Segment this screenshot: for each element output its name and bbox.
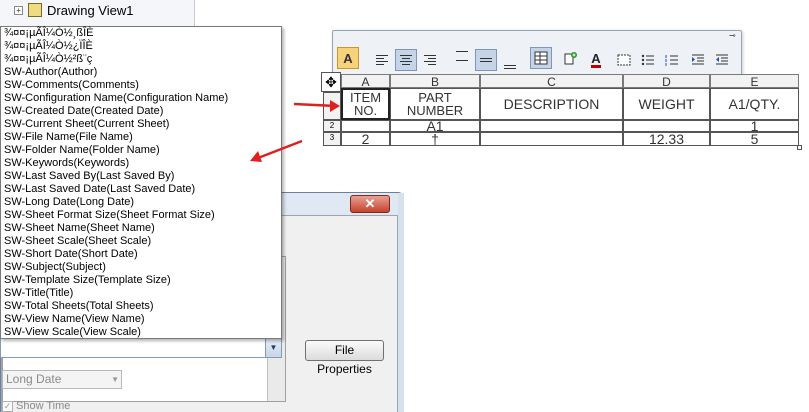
table-cell[interactable]: † [390, 132, 480, 146]
row-header[interactable]: 2 [323, 120, 341, 132]
indent-icon[interactable] [687, 49, 709, 71]
dropdown-item[interactable]: ¾¤¤¡µÃÎ¼Ò½¿ÏÎÈ [1, 40, 281, 53]
dropdown-item[interactable]: SW-Author(Author) [1, 66, 281, 79]
bullet-list-icon[interactable] [637, 49, 659, 71]
row-header[interactable]: 3 [323, 132, 341, 146]
table-cell[interactable] [480, 132, 623, 146]
align-top-icon[interactable] [451, 45, 473, 67]
header-cell-weight[interactable]: WEIGHT [623, 88, 710, 120]
dropdown-item[interactable]: SW-Folder Name(Folder Name) [1, 144, 281, 157]
align-left-icon[interactable] [371, 49, 393, 71]
outdent-icon[interactable] [711, 49, 733, 71]
dropdown-item[interactable]: SW-View Name(View Name) [1, 313, 281, 326]
expand-icon[interactable]: + [14, 5, 23, 15]
formatting-toolbar: ⊸ A A [332, 30, 742, 76]
date-format-select[interactable]: Long Date ▼ [2, 370, 122, 389]
chevron-down-icon[interactable]: ▼ [265, 339, 281, 357]
dropdown-item[interactable]: SW-View Scale(View Scale) [1, 326, 281, 339]
merge-cells-icon[interactable] [613, 49, 635, 71]
property-dropdown-list[interactable]: ¾¤¤¡µÃÎ¼Ò½¸ßÎÈ ¾¤¤¡µÃÎ¼Ò½¿ÏÎÈ ¾¤¤¡µÃÎ¼Ò½²ß… [0, 26, 282, 339]
dropdown-item[interactable]: SW-Sheet Name(Sheet Name) [1, 222, 281, 235]
dropdown-item[interactable]: SW-Long Date(Long Date) [1, 196, 281, 209]
font-icon: A [343, 50, 353, 66]
numbered-list-icon[interactable] [661, 49, 683, 71]
tree-node-label: Drawing View1 [47, 2, 134, 18]
table-cell[interactable]: 2 [341, 132, 390, 146]
row-header[interactable]: 1 [323, 92, 341, 120]
drawing-view-icon [28, 3, 42, 17]
insert-column-icon[interactable] [560, 47, 582, 69]
dropdown-item[interactable]: SW-File Name(File Name) [1, 131, 281, 144]
column-header[interactable]: C [480, 74, 623, 89]
dropdown-item[interactable]: SW-Sheet Format Size(Sheet Format Size) [1, 209, 281, 222]
table-cell[interactable] [480, 120, 623, 132]
dropdown-item[interactable]: SW-Comments(Comments) [1, 79, 281, 92]
close-button[interactable]: ✕ [350, 195, 390, 213]
dropdown-item[interactable]: SW-Sheet Scale(Sheet Scale) [1, 235, 281, 248]
align-bottom-icon[interactable] [499, 53, 521, 75]
property-combo-box[interactable]: ▼ [0, 338, 282, 358]
dropdown-item[interactable]: SW-Keywords(Keywords) [1, 157, 281, 170]
dropdown-item[interactable]: ¾¤¤¡µÃÎ¼Ò½²ß¨ç [1, 53, 281, 66]
table-cell[interactable]: 5 [710, 132, 799, 146]
font-button[interactable]: A [337, 47, 359, 69]
move-table-icon[interactable]: ✥ [321, 72, 341, 92]
dropdown-item[interactable]: SW-Last Saved By(Last Saved By) [1, 170, 281, 183]
show-time-checkbox[interactable]: ✓ Show Time [2, 400, 70, 412]
file-properties-button[interactable]: File Properties [305, 340, 384, 376]
column-header[interactable]: E [710, 74, 799, 89]
dropdown-item[interactable]: SW-Current Sheet(Current Sheet) [1, 118, 281, 131]
column-header[interactable]: A [341, 74, 390, 89]
dropdown-item[interactable]: SW-Short Date(Short Date) [1, 248, 281, 261]
dropdown-item[interactable]: SW-Title(Title) [1, 287, 281, 300]
header-cell-description[interactable]: DESCRIPTION [480, 88, 623, 120]
dropdown-item[interactable]: SW-Template Size(Template Size) [1, 274, 281, 287]
dropdown-item[interactable]: SW-Last Saved Date(Last Saved Date) [1, 183, 281, 196]
table-cell[interactable]: 12.33 [623, 132, 710, 146]
font-color-label: A [591, 50, 601, 68]
column-header[interactable]: B [390, 74, 480, 89]
align-center-icon[interactable] [395, 49, 417, 71]
table-properties-icon[interactable] [530, 47, 552, 69]
align-middle-icon[interactable] [475, 49, 497, 71]
dialog-border [398, 193, 404, 412]
dropdown-item[interactable]: SW-Configuration Name(Configuration Name… [1, 92, 281, 105]
pin-icon[interactable]: ⊸ [729, 32, 739, 40]
header-cell-qty[interactable]: A1/QTY. [710, 88, 799, 120]
dropdown-item[interactable]: SW-Created Date(Created Date) [1, 105, 281, 118]
align-right-icon[interactable] [419, 49, 441, 71]
checkbox-icon[interactable]: ✓ [2, 400, 13, 412]
dropdown-item[interactable]: SW-Subject(Subject) [1, 261, 281, 274]
dropdown-item[interactable]: SW-Total Sheets(Total Sheets) [1, 300, 281, 313]
header-cell-item-no[interactable]: ITEM NO. [341, 88, 390, 120]
date-format-value: Long Date [6, 372, 62, 386]
chevron-down-icon[interactable]: ▼ [111, 371, 119, 388]
header-cell-part-number[interactable]: PART NUMBER [390, 88, 480, 120]
font-color-icon[interactable]: A [585, 49, 607, 71]
column-header[interactable]: D [623, 74, 710, 89]
show-time-label: Show Time [16, 400, 71, 412]
dropdown-item[interactable]: ¾¤¤¡µÃÎ¼Ò½¸ßÎÈ [1, 27, 281, 40]
resize-handle-icon[interactable] [797, 145, 802, 150]
tree-node-drawing-view[interactable]: + Drawing View1 [14, 2, 134, 18]
